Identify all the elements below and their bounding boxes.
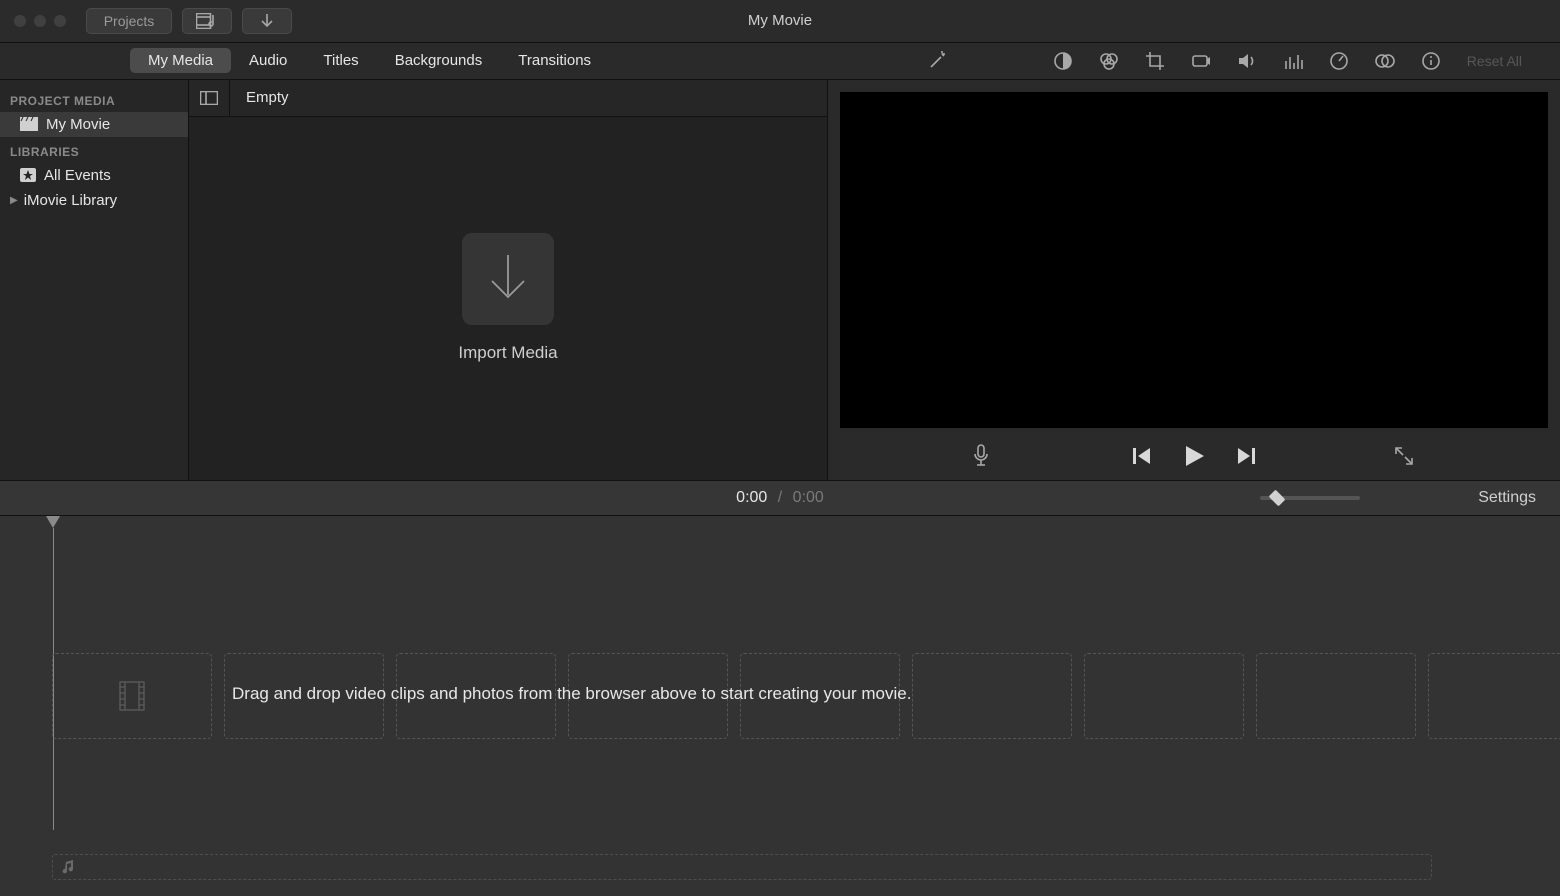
playhead-handle[interactable] [46,516,60,528]
audio-track[interactable] [52,854,1432,880]
timecode-separator: / [772,489,788,506]
timebar: 0:00 / 0:00 Settings [0,480,1560,516]
disclosure-triangle-icon[interactable]: ▶ [10,195,18,206]
timeline-zoom-slider[interactable] [1260,496,1360,500]
clip-placeholder [1256,653,1416,739]
filter-icon[interactable] [1375,51,1395,71]
tab-audio[interactable]: Audio [231,48,305,73]
timeline-hint: Drag and drop video clips and photos fro… [232,684,911,704]
close-window-icon[interactable] [14,15,26,27]
browser-tabs: My Media Audio Titles Backgrounds Transi… [130,48,609,73]
speed-icon[interactable] [1329,51,1349,71]
import-button[interactable] [242,8,292,34]
timecode: 0:00 / 0:00 [736,489,824,507]
timecode-total: 0:00 [793,489,824,506]
skip-back-icon[interactable] [1132,447,1152,465]
voiceover-button[interactable] [972,444,990,468]
tab-label: Transitions [518,52,591,69]
sidebar-item-label: All Events [44,167,111,184]
titlebar: Projects My Movie [0,0,1560,43]
tab-label: Audio [249,52,287,69]
import-media-button[interactable] [462,233,554,325]
download-icon [259,13,275,29]
clapperboard-icon [20,117,38,131]
slider-knob[interactable] [1269,490,1286,507]
volume-icon[interactable] [1237,51,1257,71]
tab-my-media[interactable]: My Media [130,48,231,73]
info-icon[interactable] [1421,51,1441,71]
media-library-button[interactable] [182,8,232,34]
enhance-wand-icon[interactable] [927,51,947,71]
tab-label: Titles [323,52,358,69]
download-arrow-icon [486,253,530,305]
stabilize-icon[interactable] [1191,51,1211,71]
tab-label: Backgrounds [395,52,483,69]
sidebar-item-all-events[interactable]: All Events [0,163,188,188]
tab-transitions[interactable]: Transitions [500,48,609,73]
sidebar-item-imovie-library[interactable]: ▶ iMovie Library [0,188,188,213]
sidebar-header-libraries: LIBRARIES [0,137,188,163]
tab-backgrounds[interactable]: Backgrounds [377,48,501,73]
expand-icon [1394,446,1414,466]
color-balance-icon[interactable] [1053,51,1073,71]
window-controls [14,15,66,27]
sidebar: PROJECT MEDIA My Movie LIBRARIES All Eve… [0,80,189,480]
filmstrip-note-icon [196,13,218,29]
color-correct-icon[interactable] [1099,51,1119,71]
equalizer-icon[interactable] [1283,51,1303,71]
projects-button[interactable]: Projects [86,8,172,34]
reset-all-button[interactable]: Reset All [1467,53,1522,69]
sidebar-item-project[interactable]: My Movie [0,112,188,137]
sidebar-header-project-media: PROJECT MEDIA [0,86,188,112]
skip-forward-icon[interactable] [1236,447,1256,465]
microphone-icon [972,444,990,468]
crop-icon[interactable] [1145,51,1165,71]
timeline[interactable]: Drag and drop video clips and photos fro… [0,516,1560,896]
tab-label: My Media [148,52,213,69]
settings-button[interactable]: Settings [1478,489,1536,507]
sidebar-layout-icon [200,91,218,105]
browser-status-label: Empty [230,89,289,106]
minimize-window-icon[interactable] [34,15,46,27]
timecode-current: 0:00 [736,489,767,506]
viewer-canvas [840,92,1548,428]
browser-layout-toggle[interactable] [189,80,230,116]
music-note-icon [61,860,75,874]
clip-placeholder [912,653,1072,739]
toolbar: My Media Audio Titles Backgrounds Transi… [0,43,1560,80]
adjustment-toolbar: Reset All [927,51,1526,71]
sidebar-item-label: My Movie [46,116,110,133]
projects-button-label: Projects [104,13,155,29]
fullscreen-button[interactable] [1394,446,1414,466]
sidebar-item-label: iMovie Library [24,192,117,209]
tab-titles[interactable]: Titles [305,48,376,73]
viewer [828,80,1560,480]
clip-placeholder [1428,653,1560,739]
play-icon[interactable] [1182,444,1206,468]
filmstrip-icon [119,681,145,711]
clip-placeholder [1084,653,1244,739]
import-media-label: Import Media [458,343,557,363]
zoom-window-icon[interactable] [54,15,66,27]
star-box-icon [20,168,36,182]
clip-placeholder [52,653,212,739]
media-browser: Empty Import Media [189,80,828,480]
